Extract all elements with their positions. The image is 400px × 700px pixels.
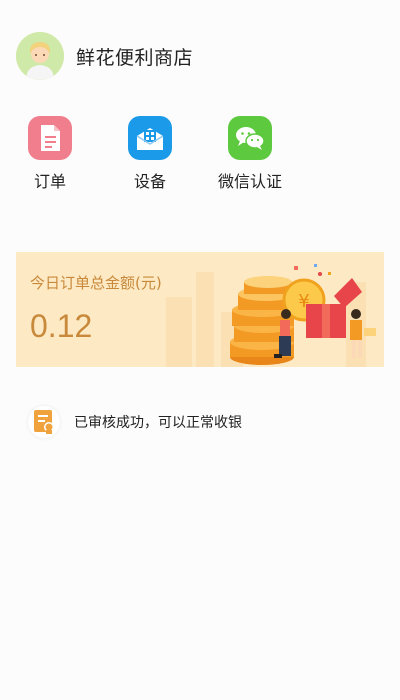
order-label: 订单 [33,172,66,191]
audit-status-notice: 已审核成功，可以正常收银 [28,404,242,440]
wechat-icon [228,116,272,160]
device-label: 设备 [133,172,166,191]
audit-status-text: 已审核成功，可以正常收银 [74,415,242,431]
order-button[interactable]: 订单 [0,116,100,196]
device-button[interactable]: 设备 [100,116,200,196]
page: 鲜花便利商店 订单 设备 微信认证 今日订单总金额(元) 0.12 ¥ 已审核成… [0,0,400,700]
wechat-auth-label: 微信认证 [217,172,282,191]
approved-document-icon [28,406,60,438]
daily-total-banner[interactable]: 今日订单总金额(元) 0.12 ¥ [16,252,384,367]
wechat-auth-button[interactable]: 微信认证 [200,116,300,196]
quick-actions: 订单 设备 微信认证 [0,116,400,196]
daily-total-amount: 0.12 [30,308,93,344]
store-name: 鲜花便利商店 [76,46,194,69]
banner-building [196,272,214,367]
store-header: 鲜花便利商店 [16,32,193,80]
device-box-icon [128,116,172,160]
coins-gift-illustration: ¥ [230,264,376,365]
order-document-icon [28,116,72,160]
banner-building [166,297,192,367]
user-avatar-icon[interactable] [16,32,64,80]
banner-title: 今日订单总金额(元) [30,274,162,292]
